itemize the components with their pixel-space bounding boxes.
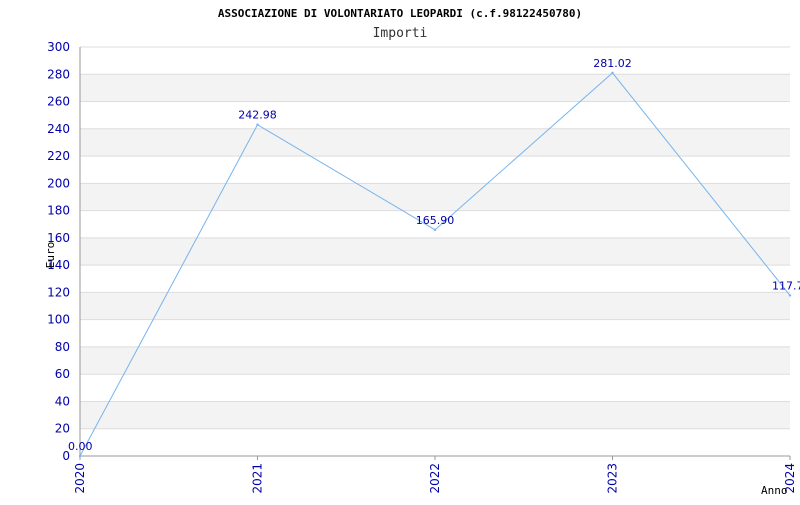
x-tick-label: 2020 <box>73 463 87 494</box>
data-label: 281.02 <box>593 57 632 70</box>
data-point <box>611 71 614 75</box>
y-tick-label: 120 <box>47 285 70 299</box>
data-label: 117.79 <box>772 279 800 292</box>
grid-band <box>80 401 790 429</box>
y-tick-label: 240 <box>47 122 70 136</box>
x-tick-label: 2021 <box>251 463 265 494</box>
y-tick-label: 100 <box>47 313 70 327</box>
y-tick-label: 280 <box>47 67 70 81</box>
chart-container: 0 20 40 60 80 100 120 140 160 180 200 220 240 260 280 3… <box>0 0 800 500</box>
chart-title: ASSOCIAZIONE DI VOLONTARIATO LEOPARDI (c… <box>218 7 582 20</box>
data-point <box>78 454 82 458</box>
y-tick-label: 20 <box>55 422 70 436</box>
grid-band <box>80 237 790 266</box>
y-tick-label: 80 <box>55 340 70 354</box>
y-tick-label: 40 <box>55 394 70 408</box>
y-tick-label: 300 <box>47 40 70 54</box>
grid-bands <box>80 74 790 429</box>
chart-subtitle: Importi <box>373 26 428 41</box>
data-label: 0.00 <box>68 440 93 453</box>
grid-band <box>80 74 790 102</box>
line-chart: 0204060801001201401601802002202402602803… <box>44 7 800 497</box>
grid-band <box>80 292 790 320</box>
y-tick-label: 260 <box>47 95 70 109</box>
x-axis-title: Anno <box>761 484 788 497</box>
data-label: 165.90 <box>416 214 455 227</box>
y-tick-label: 60 <box>55 367 70 381</box>
y-axis-title: Euro <box>44 242 57 269</box>
x-tick-label: 2023 <box>606 463 620 494</box>
y-tick-label: 200 <box>47 176 70 190</box>
data-point <box>788 294 792 297</box>
x-tick-labels: 2020 2021 2022 2023 2024 <box>73 463 797 494</box>
data-point <box>433 228 437 232</box>
x-tick-label: 2022 <box>428 463 442 494</box>
y-tick-label: 220 <box>47 149 70 163</box>
grid-band <box>80 128 790 157</box>
grid-band <box>80 183 790 211</box>
data-label: 242.98 <box>238 109 277 122</box>
data-point <box>256 123 259 126</box>
y-tick-label: 180 <box>47 204 70 218</box>
grid-band <box>80 346 790 375</box>
